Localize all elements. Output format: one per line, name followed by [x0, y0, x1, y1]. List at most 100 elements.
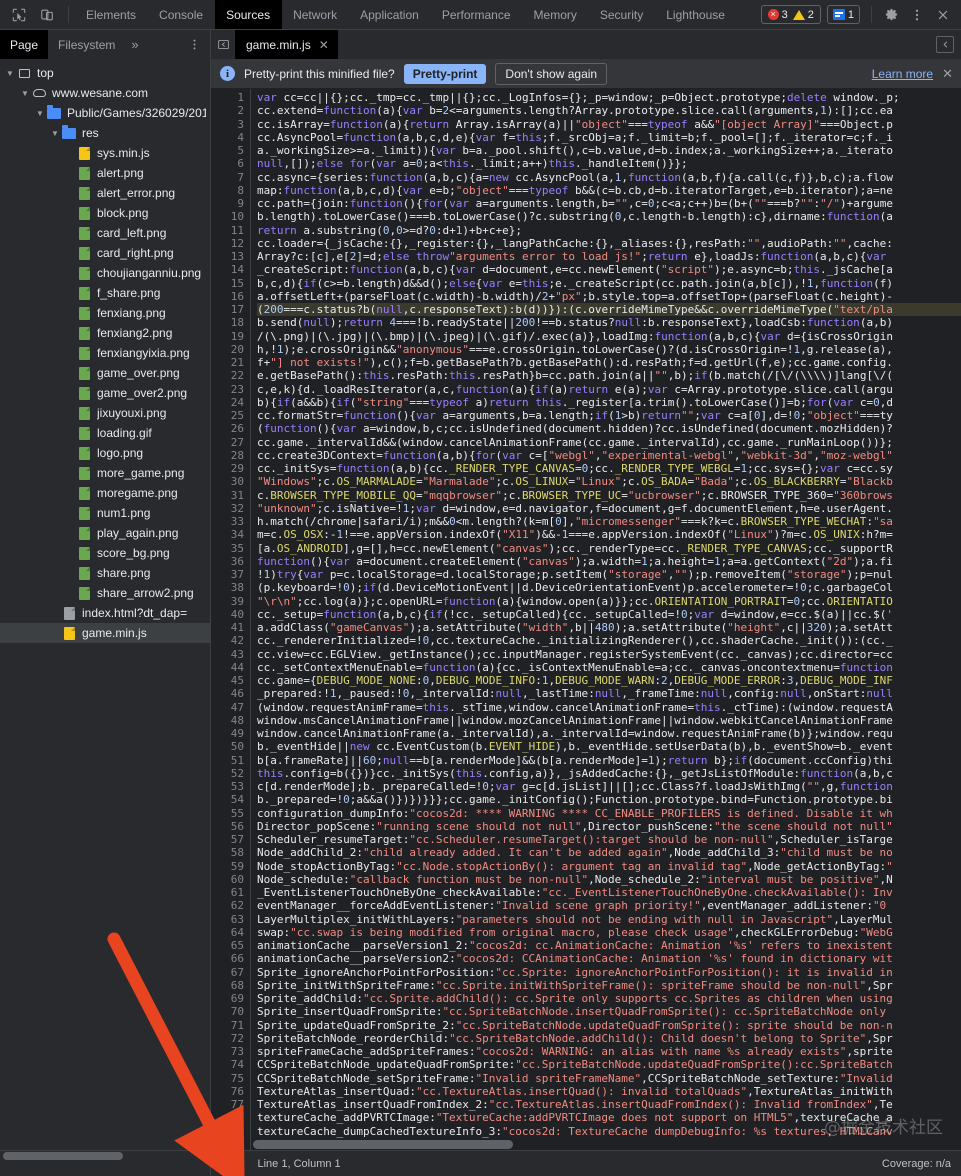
line-number[interactable]: 22: [211, 369, 250, 382]
tab-security[interactable]: Security: [589, 0, 655, 29]
code-line[interactable]: textureCache_addPVRTCImage:"TextureCache…: [257, 1111, 961, 1124]
line-number[interactable]: 7: [211, 171, 250, 184]
code-line[interactable]: configuration_dumpInfo:"cocos2d: **** WA…: [257, 807, 961, 820]
line-number[interactable]: 23: [211, 383, 250, 396]
line-number[interactable]: 10: [211, 210, 250, 223]
tab-network[interactable]: Network: [282, 0, 349, 29]
gear-icon[interactable]: [879, 3, 903, 27]
tab-application[interactable]: Application: [349, 0, 431, 29]
line-number[interactable]: 9: [211, 197, 250, 210]
code-line[interactable]: cc.path={join:function(){for(var a=argum…: [257, 197, 961, 210]
tab-performance[interactable]: Performance: [431, 0, 523, 29]
code-line[interactable]: TextureAtlas_insertQuadFromIndex_2:"cc.T…: [257, 1098, 961, 1111]
line-number[interactable]: 15: [211, 277, 250, 290]
line-number[interactable]: 44: [211, 661, 250, 674]
code-line[interactable]: "unknown";c.isNative=!1;var d=window,e=d…: [257, 502, 961, 515]
nav-more-chevron-icon[interactable]: »: [125, 30, 144, 59]
line-number[interactable]: 70: [211, 1005, 250, 1018]
line-number[interactable]: 17: [211, 303, 250, 316]
code-line[interactable]: c[d.renderMode];b._prepareCalled=!0;var …: [257, 780, 961, 793]
code-line[interactable]: animationCache__parseVersion2:"cocos2d: …: [257, 952, 961, 965]
close-icon[interactable]: ✕: [319, 38, 329, 52]
line-number[interactable]: 33: [211, 515, 250, 528]
line-number[interactable]: 27: [211, 436, 250, 449]
code-line[interactable]: Sprite_insertQuadFromSprite:"cc.SpriteBa…: [257, 1005, 961, 1018]
code-line[interactable]: a._workingSize>=a._limit)){var b=a._pool…: [257, 144, 961, 157]
code-line[interactable]: cc.game._intervalId&&(window.cancelAnima…: [257, 436, 961, 449]
code-line[interactable]: b._prepared=!0;a&&a()})})}}};cc.game._in…: [257, 793, 961, 806]
code-line[interactable]: b.send(null);return 4===!b.readyState||2…: [257, 316, 961, 329]
tree-item[interactable]: share_arrow2.png: [0, 583, 210, 603]
line-number[interactable]: 48: [211, 714, 250, 727]
line-number[interactable]: 32: [211, 502, 250, 515]
code-line[interactable]: c.BROWSER_TYPE_MOBILE_QQ="mqqbrowser";c.…: [257, 489, 961, 502]
code-line[interactable]: Array?c:[c],e[2]=d;else throw"arguments …: [257, 250, 961, 263]
editor-tab-game-min-js[interactable]: game.min.js ✕: [235, 30, 338, 59]
code-line[interactable]: "Windows";c.OS_MARMALADE="Marmalade";c.O…: [257, 475, 961, 488]
line-number[interactable]: 80: [211, 1138, 250, 1150]
chevron-down-icon[interactable]: ▼: [19, 89, 31, 98]
code-line[interactable]: cc.loader={_jsCache:{},_register:{},_lan…: [257, 237, 961, 250]
tree-item[interactable]: card_left.png: [0, 223, 210, 243]
tab-console[interactable]: Console: [148, 0, 215, 29]
line-number[interactable]: 43: [211, 648, 250, 661]
tree-item[interactable]: score_bg.png: [0, 543, 210, 563]
line-number[interactable]: 78: [211, 1111, 250, 1124]
line-number[interactable]: 14: [211, 263, 250, 276]
line-number[interactable]: 51: [211, 754, 250, 767]
code-line[interactable]: CCSpriteBatchNode_setSpriteFrame:"Invali…: [257, 1072, 961, 1085]
code-line[interactable]: b){if(a&&b){if("string"===typeof a)retur…: [257, 396, 961, 409]
chevron-down-icon[interactable]: ▼: [4, 69, 16, 78]
line-number[interactable]: 55: [211, 807, 250, 820]
line-number[interactable]: 45: [211, 674, 250, 687]
tree-item[interactable]: sys.min.js: [0, 143, 210, 163]
warning-badge[interactable]: 2: [792, 9, 814, 21]
line-number[interactable]: 41: [211, 621, 250, 634]
code-line[interactable]: this.config=b({})}cc._initSys(this.confi…: [257, 767, 961, 780]
navigator-bottom-scrollbar[interactable]: [0, 1150, 211, 1176]
code-line[interactable]: _prepared:!1,_paused:!0,_intervalId:null…: [257, 687, 961, 700]
code-line[interactable]: function(){var a=document.createElement(…: [257, 555, 961, 568]
line-number[interactable]: 60: [211, 873, 250, 886]
line-number[interactable]: 47: [211, 701, 250, 714]
tree-item[interactable]: ▼ Public/Games/326029/201: [0, 103, 210, 123]
tree-item[interactable]: fenxiang.png: [0, 303, 210, 323]
code-line[interactable]: eventManager__forceAddEventListener:"Inv…: [257, 899, 961, 912]
code-line[interactable]: Node_schedule:"callback function must be…: [257, 873, 961, 886]
code-line[interactable]: Node_addChild_2:"child already added. It…: [257, 846, 961, 859]
code-line[interactable]: map:function(a,b,c,d){var e=b;"object"==…: [257, 184, 961, 197]
tree-item[interactable]: ▼ res: [0, 123, 210, 143]
navigator-file-tree[interactable]: ▼ top ▼ www.wesane.com ▼ Public/Games/326029/…: [0, 59, 211, 1176]
message-counter-group[interactable]: 1: [826, 5, 860, 24]
line-number[interactable]: 20: [211, 343, 250, 356]
line-number[interactable]: 46: [211, 687, 250, 700]
line-number[interactable]: 61: [211, 886, 250, 899]
line-number[interactable]: 21: [211, 356, 250, 369]
code-line[interactable]: cc.game={DEBUG_MODE_NONE:0,DEBUG_MODE_IN…: [257, 674, 961, 687]
line-number[interactable]: 74: [211, 1058, 250, 1071]
close-icon[interactable]: [931, 3, 955, 27]
code-line[interactable]: h.match(/chrome|safari/i);m&&0<m.length?…: [257, 515, 961, 528]
code-line[interactable]: (function(){var a=window,b,c;cc.isUndefi…: [257, 422, 961, 435]
tree-item[interactable]: game.min.js: [0, 623, 210, 643]
code-line[interactable]: a.offsetLeft+(parseFloat(c.width)-b.widt…: [257, 290, 961, 303]
more-options-icon[interactable]: [905, 3, 929, 27]
tree-item[interactable]: more_game.png: [0, 463, 210, 483]
tab-lighthouse[interactable]: Lighthouse: [655, 0, 737, 29]
code-line[interactable]: b._eventHide||new cc.EventCustom(b.EVENT…: [257, 740, 961, 753]
tree-item[interactable]: fenxiang2.png: [0, 323, 210, 343]
code-line[interactable]: cc.formatStr=function(){var a=arguments,…: [257, 409, 961, 422]
tree-item[interactable]: logo.png: [0, 443, 210, 463]
dont-show-again-button[interactable]: Don't show again: [495, 62, 608, 85]
code-line[interactable]: animationCache__parseVersion1_2:"cocos2d…: [257, 939, 961, 952]
chevron-down-icon[interactable]: ▼: [34, 109, 46, 118]
line-number[interactable]: 4: [211, 131, 250, 144]
line-number[interactable]: 40: [211, 608, 250, 621]
code-line[interactable]: TextureAtlas_insertQuad:"cc.TextureAtlas…: [257, 1085, 961, 1098]
code-line[interactable]: (200===c.status?b(null,c.responseText):b…: [257, 303, 961, 317]
chevron-down-icon[interactable]: ▼: [49, 129, 61, 138]
code-line[interactable]: cc.view=cc.EGLView._getInstance();cc.inp…: [257, 648, 961, 661]
code-line[interactable]: h,!1);e.crossOrigin&&"anonymous"===e.cro…: [257, 343, 961, 356]
code-line[interactable]: Sprite_ignoreAnchorPointForPosition:"cc.…: [257, 966, 961, 979]
line-number[interactable]: 39: [211, 595, 250, 608]
